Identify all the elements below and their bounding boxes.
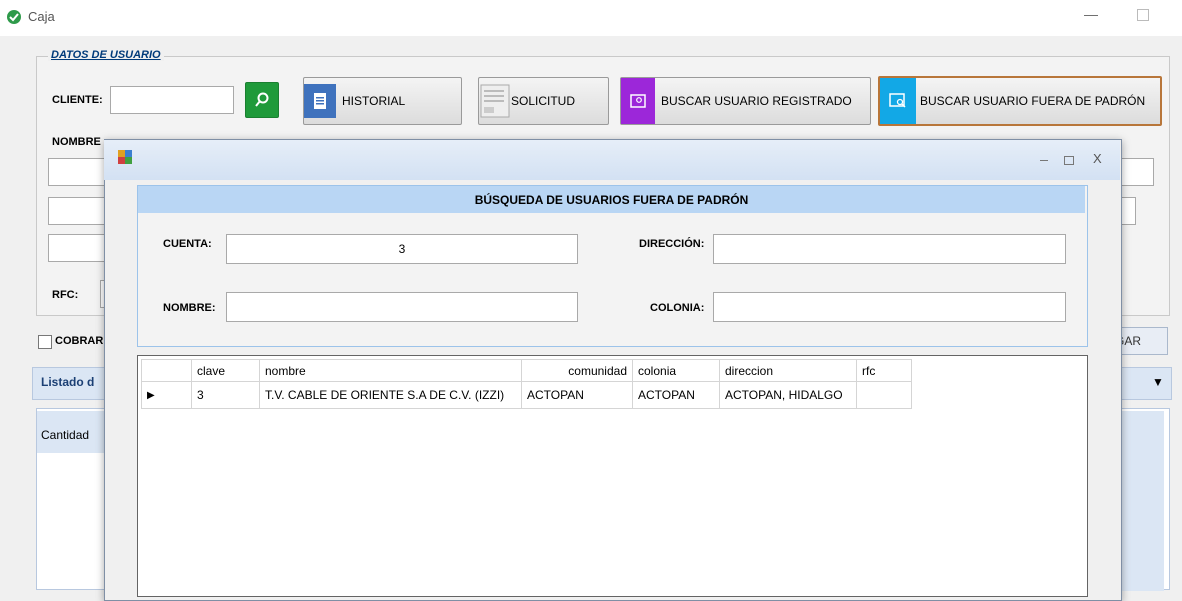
direccion-label: DIRECCIÓN: [639, 238, 705, 250]
search-window-icon [880, 78, 916, 124]
buscar-registrado-label: BUSCAR USUARIO REGISTRADO [661, 94, 852, 108]
user-card-icon [621, 78, 655, 124]
cobrar-label: COBRAR [55, 335, 104, 347]
colonia-input[interactable] [713, 292, 1066, 322]
nombre-field-2[interactable] [48, 197, 108, 225]
col-colonia[interactable]: colonia [632, 359, 720, 382]
search-icon [255, 92, 269, 107]
dialog-nombre-input[interactable] [226, 292, 578, 322]
nombre-field-3[interactable] [48, 234, 108, 262]
minimize-button[interactable]: — [1084, 6, 1098, 22]
col-rfc[interactable]: rfc [856, 359, 912, 382]
cuenta-label: CUENTA: [163, 238, 212, 250]
row-selector-header [141, 359, 192, 382]
cantidad-header: Cantidad [41, 428, 90, 442]
cell-nombre[interactable]: T.V. CABLE DE ORIENTE S.A DE C.V. (IZZI) [259, 381, 522, 409]
buscar-fuera-button[interactable]: BUSCAR USUARIO FUERA DE PADRÓN [878, 76, 1162, 126]
app-logo-icon [7, 10, 21, 24]
listado-title: Listado d [41, 375, 95, 389]
solicitud-button[interactable]: SOLICITUD [478, 77, 609, 125]
form-window-icon [118, 150, 132, 164]
main-titlebar [0, 0, 1182, 36]
buscar-registrado-button[interactable]: BUSCAR USUARIO REGISTRADO [620, 77, 871, 125]
search-button[interactable] [245, 82, 279, 118]
dialog-minimize-button[interactable] [1040, 160, 1048, 161]
direccion-input[interactable] [713, 234, 1066, 264]
rfc-label: RFC: [52, 289, 79, 301]
dialog-maximize-button[interactable] [1064, 156, 1074, 165]
cobrar-checkbox[interactable] [38, 335, 52, 349]
dialog-titlebar [104, 140, 1120, 180]
results-table: clave nombre comunidad colonia direccion… [141, 359, 912, 409]
cliente-label: CLIENTE: [52, 94, 103, 106]
historial-label: HISTORIAL [342, 94, 406, 108]
solicitud-label: SOLICITUD [511, 94, 576, 108]
nombre-label: NOMBRE [52, 136, 101, 148]
dialog-close-button[interactable]: X [1093, 151, 1102, 166]
cell-comunidad[interactable]: ACTOPAN [521, 381, 633, 409]
nombre-field-1[interactable] [48, 158, 108, 186]
table-row[interactable]: ▶ 3 T.V. CABLE DE ORIENTE S.A DE C.V. (I… [141, 381, 912, 409]
col-direccion[interactable]: direccion [719, 359, 857, 382]
col-comunidad[interactable]: comunidad [521, 359, 633, 382]
right-field-1[interactable] [1118, 158, 1154, 186]
datos-usuario-title: DATOS DE USUARIO [48, 49, 164, 61]
collapse-arrow-icon[interactable]: ▼ [1152, 375, 1164, 389]
cuenta-input[interactable]: 3 [226, 234, 578, 264]
dialog-nombre-label: NOMBRE: [163, 302, 216, 314]
results-header-row: clave nombre comunidad colonia direccion… [141, 359, 912, 382]
cell-rfc[interactable] [856, 381, 912, 409]
cliente-input[interactable] [110, 86, 234, 114]
buscar-fuera-label: BUSCAR USUARIO FUERA DE PADRÓN [920, 94, 1146, 108]
col-clave[interactable]: clave [191, 359, 260, 382]
maximize-button[interactable] [1137, 9, 1149, 21]
col-nombre[interactable]: nombre [259, 359, 522, 382]
cell-colonia[interactable]: ACTOPAN [632, 381, 720, 409]
historial-button[interactable]: HISTORIAL [303, 77, 462, 125]
document-icon [304, 84, 336, 118]
dialog-header-title: BÚSQUEDA DE USUARIOS FUERA DE PADRÓN [138, 186, 1085, 213]
row-pointer-icon: ▶ [141, 381, 192, 409]
form-icon [479, 78, 511, 124]
window-title: Caja [28, 9, 55, 24]
cell-direccion[interactable]: ACTOPAN, HIDALGO [719, 381, 857, 409]
colonia-label: COLONIA: [650, 302, 705, 314]
cell-clave[interactable]: 3 [191, 381, 260, 409]
